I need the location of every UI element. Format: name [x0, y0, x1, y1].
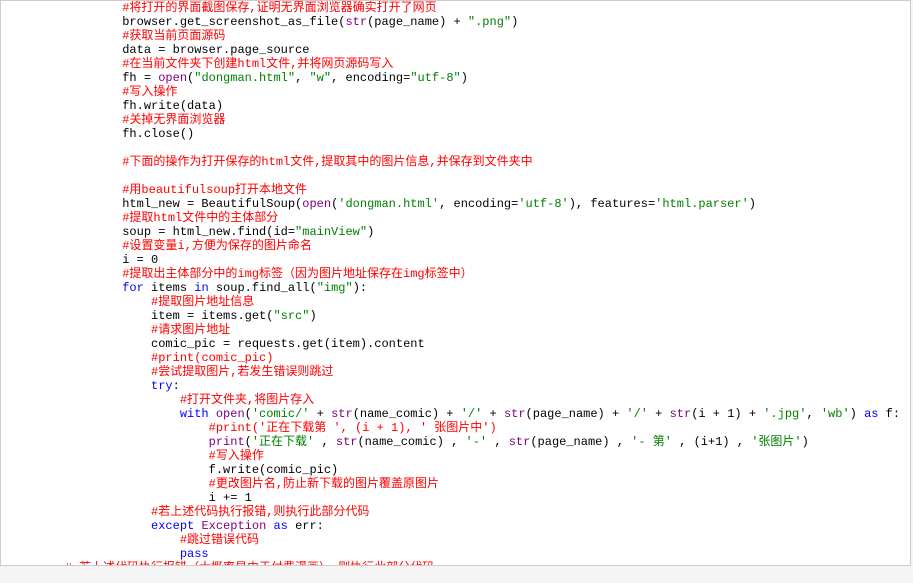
- code-token: ".png": [468, 15, 511, 29]
- code-token: print: [209, 435, 245, 449]
- code-token: "img": [317, 281, 353, 295]
- code-token: #请求图片地址: [151, 323, 230, 337]
- code-token: #打开文件夹,将图片存入: [180, 393, 314, 407]
- code-token: '.jpg': [763, 407, 806, 421]
- code-token: 'comic/': [252, 407, 310, 421]
- code-token: 'html.parser': [655, 197, 749, 211]
- code-token: #关掉无界面浏览器: [122, 113, 225, 127]
- code-token: in: [194, 281, 208, 295]
- code-token: str: [345, 15, 367, 29]
- code-token: #若上述代码执行报错,则执行此部分代码: [151, 505, 369, 519]
- code-token: #设置变量i,方便为保存的图片命名: [122, 239, 312, 253]
- code-token: #获取当前页面源码: [122, 29, 225, 43]
- code-token: with: [180, 407, 209, 421]
- code-token: '- 第': [631, 435, 672, 449]
- code-token: "mainView": [295, 225, 367, 239]
- code-token: try: [151, 379, 173, 393]
- code-token: '-': [466, 435, 488, 449]
- code-token: str: [509, 435, 531, 449]
- code-editor[interactable]: #将打开的界面截图保存,证明无界面浏览器确实打开了网页 browser.get_…: [0, 0, 911, 566]
- code-token: #尝试提取图片,若发生错误则跳过: [151, 365, 333, 379]
- code-token: 'wb': [821, 407, 850, 421]
- code-token: Exception: [201, 519, 266, 533]
- code-token: open: [216, 407, 245, 421]
- code-token: #提取出主体部分中的img标签（因为图片地址保存在img标签中）: [122, 267, 472, 281]
- code-token: # 若上述代码执行报错（大概率是由于付费漫画）,则执行此部分代码: [65, 561, 435, 566]
- code-token: 'dongman.html': [338, 197, 439, 211]
- code-token: #写入操作: [209, 449, 264, 463]
- code-token: as: [273, 519, 287, 533]
- code-token: for: [122, 281, 144, 295]
- code-token: #提取html文件中的主体部分: [122, 211, 278, 225]
- code-token: open: [302, 197, 331, 211]
- code-token: open: [158, 71, 187, 85]
- code-token: #写入操作: [122, 85, 177, 99]
- code-token: #提取图片地址信息: [151, 295, 254, 309]
- code-token: as: [864, 407, 878, 421]
- code-token: "src": [273, 309, 309, 323]
- code-token: str: [331, 407, 353, 421]
- code-token: str: [670, 407, 692, 421]
- code-token: "utf-8": [410, 71, 460, 85]
- code-content: #将打开的界面截图保存,证明无界面浏览器确实打开了网页 browser.get_…: [7, 1, 910, 566]
- code-token: '正在下载': [252, 435, 314, 449]
- code-token: #下面的操作为打开保存的html文件,提取其中的图片信息,并保存到文件夹中: [122, 155, 532, 169]
- code-token: 'utf-8': [518, 197, 568, 211]
- code-token: str: [336, 435, 358, 449]
- code-token: #更改图片名,防止新下载的图片覆盖原图片: [209, 477, 439, 491]
- code-token: #用beautifulsoup打开本地文件: [122, 183, 307, 197]
- code-token: except: [151, 519, 194, 533]
- code-token: "w": [309, 71, 331, 85]
- code-token: #在当前文件夹下创建html文件,并将网页源码写入: [122, 57, 393, 71]
- code-token: '/': [626, 407, 648, 421]
- code-token: #print('正在下载第 ', (i + 1), ' 张图片中'): [209, 421, 497, 435]
- code-token: pass: [180, 547, 209, 561]
- code-token: str: [504, 407, 526, 421]
- code-token: #将打开的界面截图保存,证明无界面浏览器确实打开了网页: [122, 1, 436, 15]
- code-token: '张图片': [751, 435, 801, 449]
- code-token: "dongman.html": [194, 71, 295, 85]
- code-token: #print(comic_pic): [151, 351, 273, 365]
- code-token: #跳过错误代码: [180, 533, 259, 547]
- code-token: '/': [461, 407, 483, 421]
